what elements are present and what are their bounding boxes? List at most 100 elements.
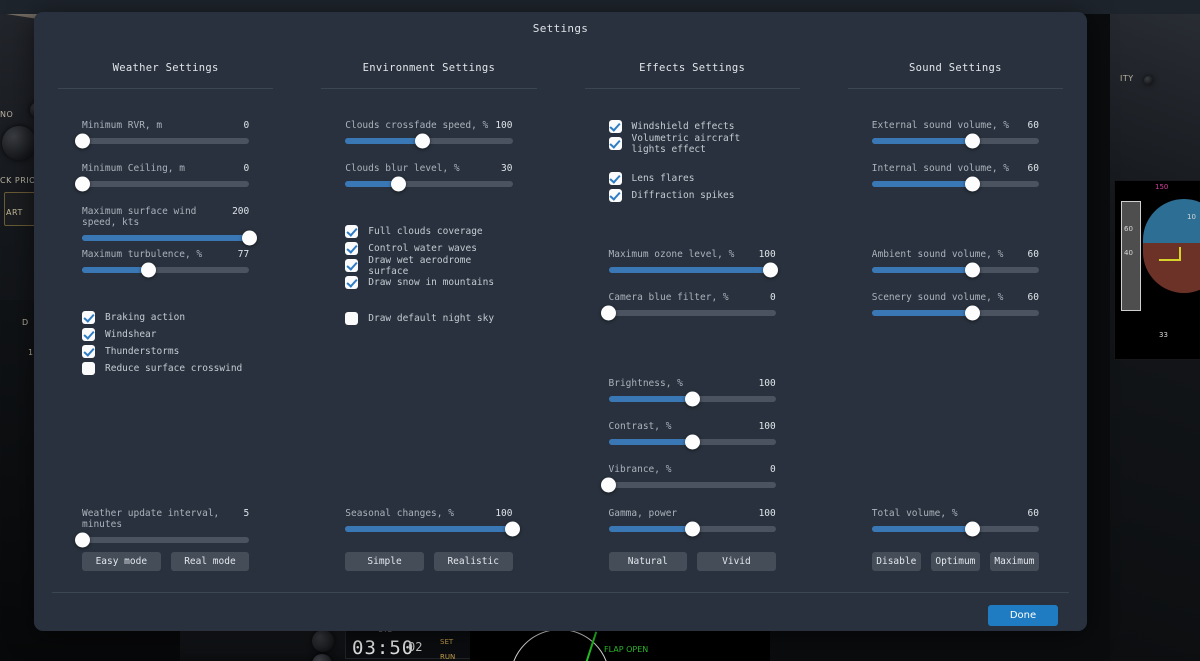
slider-knob[interactable] (415, 134, 430, 149)
slider-knob[interactable] (965, 306, 980, 321)
button-realistic[interactable]: Realistic (434, 552, 513, 571)
slider-knob[interactable] (965, 134, 980, 149)
slider-gamma[interactable]: Gamma, power 100 (609, 508, 776, 532)
slider-track[interactable] (345, 181, 512, 187)
slider-track[interactable] (872, 181, 1039, 187)
slider-knob[interactable] (685, 522, 700, 537)
checkbox-braking-action[interactable]: Braking action (82, 309, 249, 326)
checkbox-icon[interactable] (609, 120, 622, 133)
checkbox-lens-flares[interactable]: Lens flares (609, 170, 776, 187)
slider-track[interactable] (82, 181, 249, 187)
slider-track[interactable] (872, 267, 1039, 273)
slider-knob[interactable] (75, 533, 90, 548)
slider-track[interactable] (82, 267, 249, 273)
button-optimum[interactable]: Optimum (931, 552, 980, 571)
slider-track[interactable] (872, 138, 1039, 144)
slider-knob[interactable] (601, 478, 616, 493)
slider-maximum-surface-wind-speed[interactable]: Maximum surface wind speed, kts 200 (82, 206, 249, 241)
slider-knob[interactable] (505, 522, 520, 537)
slider-minimum-ceiling[interactable]: Minimum Ceiling, m 0 (82, 163, 249, 187)
checkbox-windshear[interactable]: Windshear (82, 326, 249, 343)
slider-knob[interactable] (391, 177, 406, 192)
slider-external-sound-volume[interactable]: External sound volume, % 60 (872, 120, 1039, 144)
checkbox-icon[interactable] (345, 242, 358, 255)
checkbox-icon[interactable] (609, 137, 622, 150)
checkbox-volumetric-aircraft-lights-effect[interactable]: Volumetric aircraft lights effect (609, 135, 776, 152)
slider-label: Maximum surface wind speed, kts (82, 206, 232, 228)
slider-knob[interactable] (763, 263, 778, 278)
slider-fill (609, 396, 693, 402)
slider-track[interactable] (609, 439, 776, 445)
slider-seasonal-changes[interactable]: Seasonal changes, % 100 (345, 508, 512, 532)
slider-minimum-rvr[interactable]: Minimum RVR, m 0 (82, 120, 249, 144)
slider-weather-update-interval[interactable]: Weather update interval, minutes 5 (82, 508, 249, 543)
slider-clouds-crossfade-speed[interactable]: Clouds crossfade speed, % 100 (345, 120, 512, 144)
checkbox-icon[interactable] (345, 312, 358, 325)
slider-knob[interactable] (141, 263, 156, 278)
checkbox-label: Windshield effects (632, 121, 735, 132)
slider-knob[interactable] (242, 231, 257, 246)
slider-camera-blue-filter[interactable]: Camera blue filter, % 0 (609, 292, 776, 316)
checkbox-thunderstorms[interactable]: Thunderstorms (82, 343, 249, 360)
slider-track[interactable] (609, 396, 776, 402)
checkbox-diffraction-spikes[interactable]: Diffraction spikes (609, 187, 776, 204)
checkbox-icon[interactable] (82, 345, 95, 358)
checkbox-icon[interactable] (82, 362, 95, 375)
checkbox-draw-default-night-sky[interactable]: Draw default night sky (345, 310, 512, 327)
slider-track[interactable] (609, 267, 776, 273)
pfd-flight-director (1159, 259, 1181, 261)
button-simple[interactable]: Simple (345, 552, 424, 571)
slider-track[interactable] (872, 526, 1039, 532)
slider-knob[interactable] (75, 134, 90, 149)
slider-knob[interactable] (965, 263, 980, 278)
checkbox-icon[interactable] (609, 172, 622, 185)
checkbox-full-clouds-coverage[interactable]: Full clouds coverage (345, 223, 512, 240)
slider-knob[interactable] (75, 177, 90, 192)
slider-track[interactable] (872, 310, 1039, 316)
slider-knob[interactable] (685, 435, 700, 450)
checkbox-label: Lens flares (632, 173, 695, 184)
slider-brightness[interactable]: Brightness, % 100 (609, 378, 776, 402)
slider-clouds-blur-level[interactable]: Clouds blur level, % 30 (345, 163, 512, 187)
button-real-mode[interactable]: Real mode (171, 552, 250, 571)
checkbox-draw-wet-aerodrome-surface[interactable]: Draw wet aerodrome surface (345, 257, 512, 274)
slider-maximum-ozone-level[interactable]: Maximum ozone level, % 100 (609, 249, 776, 273)
checkbox-icon[interactable] (345, 276, 358, 289)
checkbox-draw-snow-in-mountains[interactable]: Draw snow in mountains (345, 274, 512, 291)
slider-knob[interactable] (601, 306, 616, 321)
slider-ambient-sound-volume[interactable]: Ambient sound volume, % 60 (872, 249, 1039, 273)
slider-label: Weather update interval, minutes (82, 508, 244, 530)
slider-track[interactable] (82, 138, 249, 144)
slider-label: Maximum ozone level, % (609, 249, 735, 260)
checkbox-icon[interactable] (345, 259, 358, 272)
button-maximum[interactable]: Maximum (990, 552, 1039, 571)
button-disable[interactable]: Disable (872, 552, 921, 571)
slider-knob[interactable] (965, 177, 980, 192)
slider-maximum-turbulence[interactable]: Maximum turbulence, % 77 (82, 249, 249, 273)
slider-track[interactable] (82, 537, 249, 543)
weather-checkbox-group: Braking action Windshear Thunderstorms R… (82, 309, 249, 377)
slider-internal-sound-volume[interactable]: Internal sound volume, % 60 (872, 163, 1039, 187)
slider-contrast[interactable]: Contrast, % 100 (609, 421, 776, 445)
pfd-sky-half (1143, 199, 1200, 243)
done-button[interactable]: Done (988, 605, 1058, 626)
slider-track[interactable] (609, 526, 776, 532)
slider-scenery-sound-volume[interactable]: Scenery sound volume, % 60 (872, 292, 1039, 316)
slider-knob[interactable] (965, 522, 980, 537)
slider-track[interactable] (82, 235, 249, 241)
button-vivid[interactable]: Vivid (697, 552, 776, 571)
checkbox-icon[interactable] (82, 311, 95, 324)
slider-total-volume[interactable]: Total volume, % 60 (872, 508, 1039, 532)
button-natural[interactable]: Natural (609, 552, 688, 571)
slider-track[interactable] (609, 482, 776, 488)
button-easy-mode[interactable]: Easy mode (82, 552, 161, 571)
checkbox-icon[interactable] (82, 328, 95, 341)
slider-track[interactable] (345, 526, 512, 532)
slider-vibrance[interactable]: Vibrance, % 0 (609, 464, 776, 488)
checkbox-icon[interactable] (345, 225, 358, 238)
checkbox-icon[interactable] (609, 189, 622, 202)
checkbox-reduce-surface-crosswind[interactable]: Reduce surface crosswind (82, 360, 249, 377)
slider-track[interactable] (609, 310, 776, 316)
slider-knob[interactable] (685, 392, 700, 407)
slider-track[interactable] (345, 138, 512, 144)
